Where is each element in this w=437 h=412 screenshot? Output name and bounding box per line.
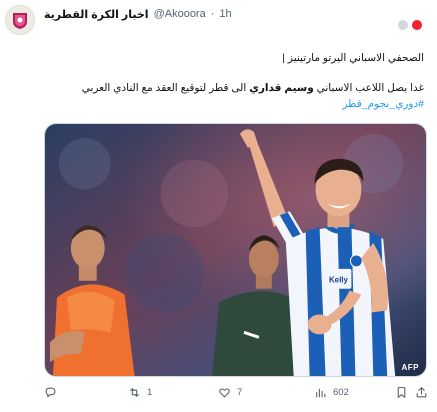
reply-icon (45, 387, 56, 398)
reply-button[interactable] (44, 386, 63, 399)
photo-image: Kelly (45, 124, 426, 376)
views-count: 602 (333, 387, 349, 398)
author-avatar[interactable] (5, 5, 35, 35)
retweet-button[interactable]: 1 (128, 386, 152, 399)
hashtag-link[interactable]: #دوري_نجوم_قطر (342, 97, 424, 111)
tweet-text-part: الى قطر لتوقيع العقد مع النادي العربي (81, 82, 250, 94)
tweet-photo[interactable]: Kelly AFP (44, 123, 427, 377)
bookmark-button[interactable] (395, 386, 408, 399)
bookmark-icon (397, 387, 406, 398)
retweet-count: 1 (147, 387, 153, 398)
player-name: وسيم قداري (249, 82, 314, 94)
tweet-time[interactable]: 1h (219, 8, 231, 20)
share-button[interactable] (415, 386, 428, 399)
shirt-sponsor-text: Kelly (329, 276, 349, 285)
author-handle[interactable]: @Akooora (154, 8, 206, 20)
logo-icon (13, 13, 27, 29)
like-button[interactable]: 7 (218, 386, 242, 399)
action-bar: 1 7 602 (0, 386, 437, 406)
status-dots (398, 20, 422, 30)
views-icon (316, 388, 326, 398)
tweet-card[interactable]: اخبار الكرة القطرية @Akooora · 1h الصحفي… (0, 0, 437, 412)
status-dot-red (412, 20, 422, 30)
author-name[interactable]: اخبار الكرة القطرية (44, 8, 149, 21)
retweet-icon (130, 388, 139, 397)
photo-credit: AFP (401, 363, 419, 372)
tweet-text-line1: الصحفي الاسباني اليرتو مارتينيز | (282, 52, 424, 64)
tweet-text-line2: غدا يصل اللاعب الاسباني وسيم قداري الى ق… (82, 81, 424, 95)
heart-icon (219, 388, 230, 398)
views-button[interactable]: 602 (314, 386, 349, 399)
share-icon (416, 387, 427, 398)
tweet-text-part: غدا يصل اللاعب الاسباني (313, 82, 424, 94)
tweet-header: اخبار الكرة القطرية @Akooora · 1h (44, 6, 232, 22)
header-separator: · (210, 8, 215, 20)
status-dot-grey (398, 20, 408, 30)
like-count: 7 (237, 387, 243, 398)
